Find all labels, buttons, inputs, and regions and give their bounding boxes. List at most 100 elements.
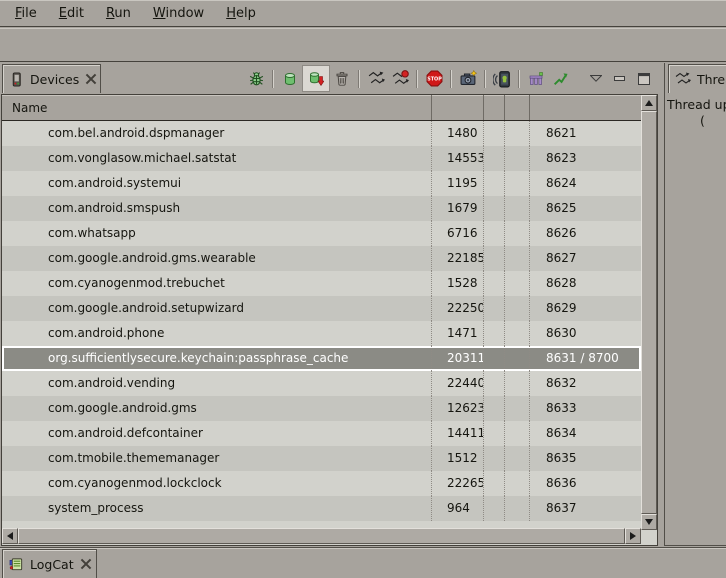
table-row[interactable]: com.tmobile.thememanager 1512 8635 [2, 446, 641, 471]
process-pid: 1471 [431, 321, 483, 346]
toolbar-separator [484, 70, 486, 88]
table-row[interactable]: com.bel.android.dspmanager 1480 8621 [2, 121, 641, 146]
process-name: com.android.phone [2, 321, 431, 346]
table-row[interactable]: com.android.systemui 1195 8624 [2, 171, 641, 196]
menu-item-window[interactable]: Window [142, 3, 215, 24]
devices-toolbar: STOP [244, 65, 656, 92]
process-port: 8631 / 8700 [529, 346, 641, 371]
menu-item-run[interactable]: Run [95, 3, 142, 24]
process-name: com.tmobile.thememanager [2, 446, 431, 471]
stop-process-icon[interactable]: STOP [422, 66, 446, 91]
screen-capture-icon[interactable] [456, 66, 480, 91]
close-icon[interactable] [80, 558, 92, 570]
toolbar-separator [272, 70, 274, 88]
cause-gc-icon[interactable] [330, 66, 354, 91]
systrace-icon[interactable] [490, 66, 514, 91]
update-threads-icon[interactable] [364, 66, 388, 91]
table-header: Name [2, 95, 641, 121]
process-port: 8632 [529, 371, 641, 396]
table-row[interactable]: com.google.android.gms 12623 8633 [2, 396, 641, 421]
table-row[interactable]: com.google.android.setupwizard 22250 862… [2, 296, 641, 321]
process-pid: 12623 [431, 396, 483, 421]
table-row[interactable]: com.google.android.gms.wearable 22185 86… [2, 246, 641, 271]
process-pid: 6716 [431, 221, 483, 246]
table-row[interactable]: com.android.vending 22440 8632 [2, 371, 641, 396]
column-header-a[interactable] [483, 95, 504, 120]
process-port: 8629 [529, 296, 641, 321]
scroll-up-button[interactable] [641, 95, 657, 111]
process-pid: 964 [431, 496, 483, 521]
process-name: com.google.android.setupwizard [2, 296, 431, 321]
dump-hprof-icon[interactable] [302, 65, 330, 92]
tab-logcat-label: LogCat [30, 557, 74, 572]
table-row[interactable]: org.sufficientlysecure.keychain:passphra… [2, 346, 641, 371]
devices-view-header: Devices [0, 63, 659, 94]
close-icon[interactable] [85, 73, 97, 85]
toolbar-separator [450, 70, 452, 88]
phone-icon [9, 72, 24, 87]
minimize-icon[interactable] [608, 66, 632, 91]
tab-devices[interactable]: Devices [2, 64, 101, 93]
process-pid: 14553 [431, 146, 483, 171]
process-port: 8635 [529, 446, 641, 471]
menu-item-edit[interactable]: Edit [48, 3, 95, 24]
process-port: 8634 [529, 421, 641, 446]
process-name: system_process [2, 496, 431, 521]
table-body: com.bel.android.dspmanager 1480 8621 com… [2, 121, 641, 521]
update-threads-icon [675, 71, 691, 87]
process-pid: 1528 [431, 271, 483, 296]
column-header-port[interactable] [529, 95, 641, 120]
up-arrow-icon [645, 100, 653, 106]
table-row[interactable]: com.vonglasow.michael.satstat 14553 8623 [2, 146, 641, 171]
toolbar-separator [416, 70, 418, 88]
process-pid: 1195 [431, 171, 483, 196]
scroll-right-button[interactable] [625, 528, 641, 544]
column-header-b[interactable] [504, 95, 529, 120]
main-toolbar [0, 28, 726, 62]
opengl-trace-icon[interactable] [548, 66, 572, 91]
menu-bar: File Edit Run Window Help [0, 0, 726, 27]
process-pid: 22265 [431, 471, 483, 496]
tab-threads[interactable]: Threads [668, 64, 726, 93]
threads-view: Threads [664, 63, 726, 546]
table-row[interactable]: com.cyanogenmod.trebuchet 1528 8628 [2, 271, 641, 296]
process-name: com.android.defcontainer [2, 421, 431, 446]
debug-icon[interactable] [244, 66, 268, 91]
process-port: 8626 [529, 221, 641, 246]
process-port: 8623 [529, 146, 641, 171]
table-row[interactable]: com.whatsapp 6716 8626 [2, 221, 641, 246]
horizontal-scrollbar[interactable] [2, 528, 641, 544]
process-name: com.android.smspush [2, 196, 431, 221]
process-pid: 22185 [431, 246, 483, 271]
menu-item-file[interactable]: File [4, 3, 48, 24]
update-heap-icon[interactable] [278, 66, 302, 91]
vertical-scroll-thumb[interactable] [641, 111, 657, 514]
table-row[interactable]: com.android.phone 1471 8630 [2, 321, 641, 346]
tab-devices-label: Devices [30, 72, 79, 87]
process-table: Name com.bel.android.dspmanager 1480 862… [1, 94, 658, 546]
maximize-icon[interactable] [632, 66, 656, 91]
process-pid: 22250 [431, 296, 483, 321]
table-row[interactable]: system_process 964 8637 [2, 496, 641, 521]
table-row[interactable]: com.android.defcontainer 14411 8634 [2, 421, 641, 446]
horizontal-scroll-thumb[interactable] [18, 528, 625, 544]
process-port: 8627 [529, 246, 641, 271]
view-menu-icon[interactable] [584, 66, 608, 91]
process-port: 8633 [529, 396, 641, 421]
table-row[interactable]: com.android.smspush 1679 8625 [2, 196, 641, 221]
vertical-scrollbar[interactable] [641, 95, 657, 530]
menu-item-help[interactable]: Help [215, 3, 267, 24]
column-header-pid[interactable] [431, 95, 483, 120]
threads-message-line1: Thread up [667, 97, 726, 112]
table-row[interactable]: com.cyanogenmod.lockclock 22265 8636 [2, 471, 641, 496]
column-header-name[interactable]: Name [2, 95, 431, 120]
method-profiling-icon[interactable] [388, 66, 412, 91]
process-name: com.google.android.gms.wearable [2, 246, 431, 271]
hierarchy-view-icon[interactable] [524, 66, 548, 91]
scroll-left-button[interactable] [2, 528, 18, 544]
scroll-down-button[interactable] [641, 514, 657, 530]
svg-text:STOP: STOP [427, 76, 442, 82]
logcat-icon [9, 557, 24, 572]
process-pid: 20311 [431, 346, 483, 371]
tab-logcat[interactable]: LogCat [2, 549, 97, 578]
